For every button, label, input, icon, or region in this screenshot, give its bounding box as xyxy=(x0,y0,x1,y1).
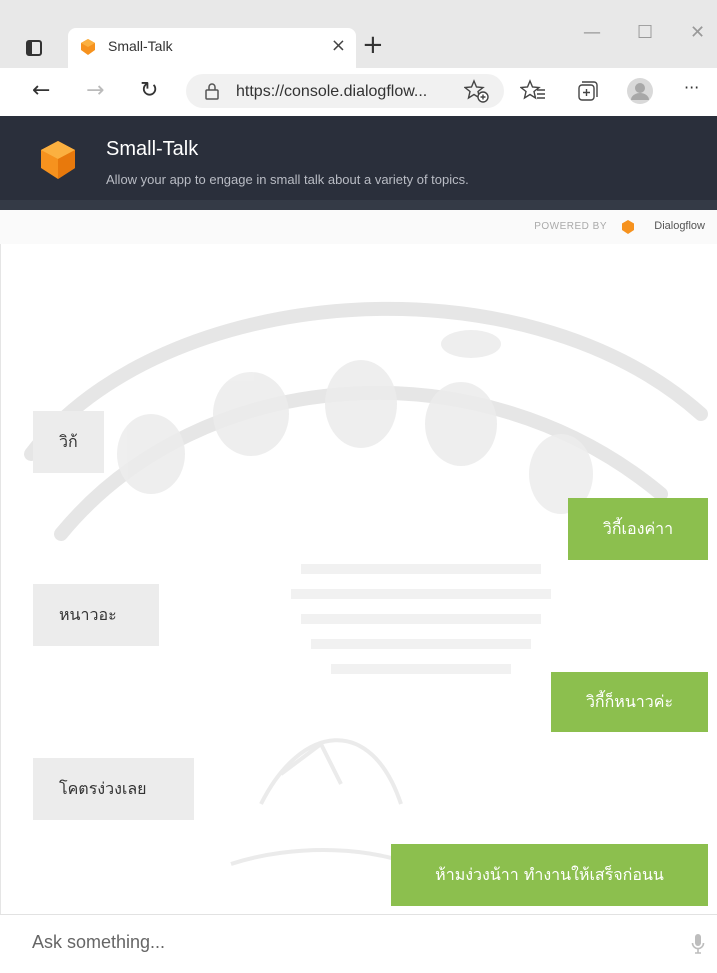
address-bar[interactable]: https://console.dialogflow... xyxy=(186,74,504,108)
forward-button[interactable]: → xyxy=(86,78,104,103)
tab-close-button[interactable]: × xyxy=(331,35,346,56)
user-message: โคตรง่วงเลย xyxy=(33,758,194,820)
url-text: https://console.dialogflow... xyxy=(236,83,428,100)
dialogflow-logo-icon xyxy=(622,220,634,234)
dialogflow-name: Dialogflow xyxy=(654,220,705,232)
tab-actions-icon[interactable] xyxy=(22,36,46,60)
profile-icon[interactable] xyxy=(626,77,654,105)
more-icon[interactable]: ··· xyxy=(684,78,699,97)
message-input-bar xyxy=(0,914,717,973)
maximize-button[interactable]: ☐ xyxy=(637,22,653,43)
message-input[interactable] xyxy=(30,931,654,954)
agent-logo-icon xyxy=(41,141,75,179)
favorite-add-icon[interactable] xyxy=(464,78,490,104)
chat-conversation[interactable]: วิก้ วิกี้เองค่าา หนาวอะ วิกี้ก็หนาวค่ะ … xyxy=(0,244,717,914)
lock-icon[interactable] xyxy=(204,82,220,100)
agent-description: Allow your app to engage in small talk a… xyxy=(106,172,469,187)
favorites-icon[interactable] xyxy=(520,78,546,104)
bot-message: วิกี้ก็หนาวค่ะ xyxy=(551,672,708,732)
bot-message: ห้ามง่วงน้าา ทำงานให้เสร็จก่อนน xyxy=(391,844,708,906)
minimize-button[interactable]: — xyxy=(583,22,601,43)
browser-toolbar: ← → ↻ https://console.dialogflow... ··· xyxy=(0,68,717,117)
powered-by-bar: POWERED BY Dialogflow xyxy=(0,210,717,244)
user-message: วิก้ xyxy=(33,411,104,473)
bot-message: วิกี้เองค่าา xyxy=(568,498,708,560)
browser-tab[interactable]: Small-Talk × xyxy=(68,28,356,68)
new-tab-button[interactable]: + xyxy=(362,30,384,60)
agent-name: Small-Talk xyxy=(106,138,199,160)
collections-icon[interactable] xyxy=(574,78,600,104)
close-window-button[interactable]: ✕ xyxy=(690,22,705,43)
microphone-icon[interactable] xyxy=(691,933,705,955)
back-button[interactable]: ← xyxy=(32,78,50,103)
tab-title: Small-Talk xyxy=(108,38,173,54)
powered-by-label: POWERED BY xyxy=(534,221,607,232)
user-message: หนาวอะ xyxy=(33,584,159,646)
agent-header: Small-Talk Allow your app to engage in s… xyxy=(0,116,717,200)
header-divider xyxy=(0,200,717,210)
reload-button[interactable]: ↻ xyxy=(140,78,158,103)
favicon-icon xyxy=(81,39,95,55)
browser-tab-strip: Small-Talk × + — ☐ ✕ xyxy=(0,0,717,68)
